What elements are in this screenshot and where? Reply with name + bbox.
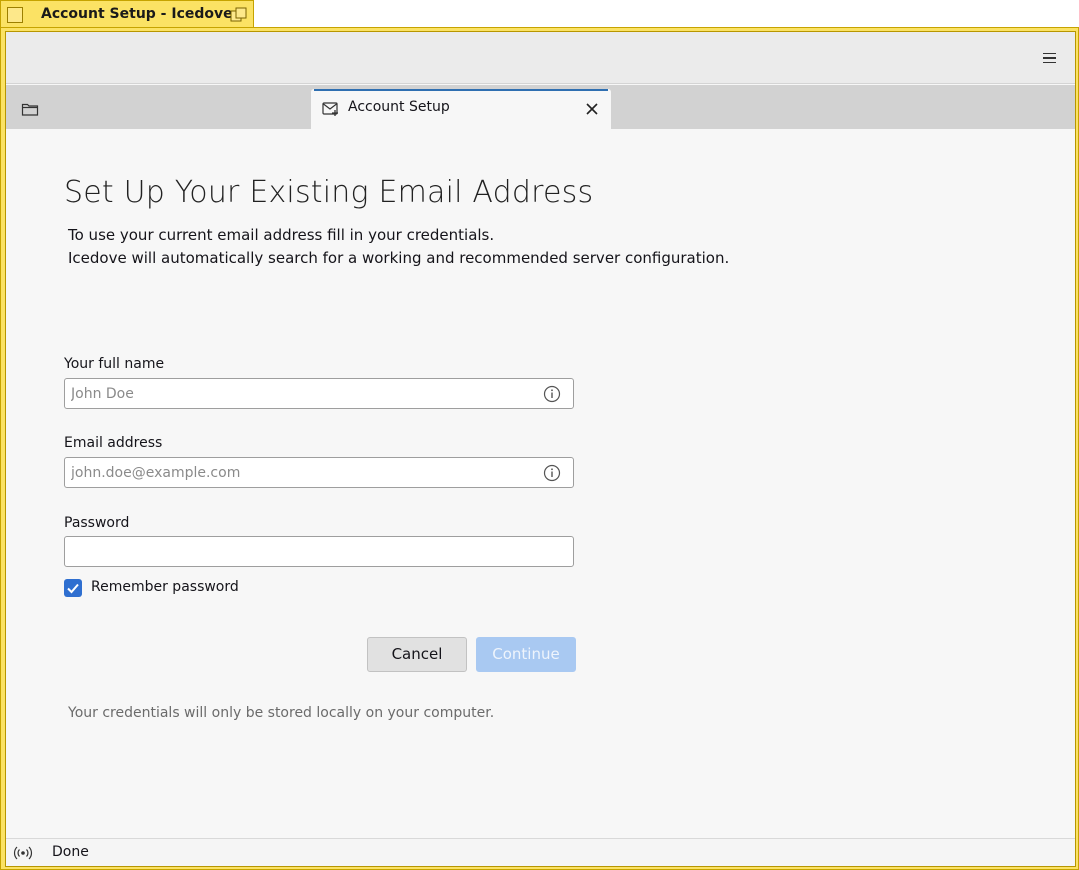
email-field[interactable] (64, 457, 574, 488)
window-maximize-icon[interactable] (229, 6, 249, 24)
email-input[interactable] (71, 463, 531, 483)
status-text: Done (52, 844, 89, 860)
connection-status-icon[interactable] (13, 844, 33, 862)
full-name-label: Your full name (64, 356, 165, 372)
intro-text: To use your current email address fill i… (68, 224, 729, 270)
cancel-button[interactable]: Cancel (367, 637, 467, 672)
folder-icon[interactable] (21, 101, 39, 117)
intro-line: Icedove will automatically search for a … (68, 249, 730, 267)
close-icon[interactable] (585, 101, 599, 115)
password-input[interactable] (71, 542, 531, 562)
window-title-tab[interactable]: Account Setup - Icedove (0, 0, 254, 29)
remember-password-checkbox[interactable] (64, 579, 82, 597)
hamburger-menu-icon[interactable] (1039, 48, 1059, 68)
intro-line: To use your current email address fill i… (68, 226, 495, 244)
password-label: Password (64, 515, 130, 531)
tab-strip: Account Setup (6, 85, 1075, 129)
full-name-input[interactable] (71, 384, 531, 404)
window-frame: Account Setup Set Up Your Existing Email… (0, 27, 1079, 870)
app-window: Account Setup Set Up Your Existing Email… (5, 31, 1076, 867)
tab-account-setup[interactable]: Account Setup (311, 89, 611, 129)
page-title: Set Up Your Existing Email Address (64, 175, 594, 210)
tab-label: Account Setup (348, 99, 450, 115)
continue-button[interactable]: Continue (476, 637, 576, 672)
main-toolbar (6, 32, 1075, 84)
account-setup-page: Set Up Your Existing Email Address To us… (6, 129, 1075, 839)
remember-password-label: Remember password (91, 579, 239, 595)
info-icon[interactable] (543, 464, 561, 482)
window-title: Account Setup - Icedove (41, 6, 233, 22)
full-name-field[interactable] (64, 378, 574, 409)
password-field[interactable] (64, 536, 574, 567)
info-icon[interactable] (543, 385, 561, 403)
window-menu-button[interactable] (7, 7, 23, 23)
status-bar: Done (6, 838, 1075, 866)
credentials-note: Your credentials will only be stored loc… (68, 705, 495, 721)
mail-setup-icon (322, 101, 340, 117)
active-tab-indicator (314, 89, 608, 91)
checkmark-icon (67, 583, 79, 594)
email-label: Email address (64, 435, 163, 451)
